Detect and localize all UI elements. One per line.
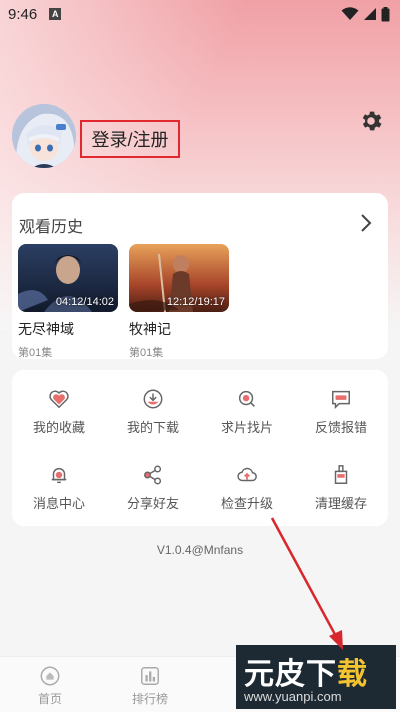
bell-icon <box>51 467 67 484</box>
avatar-image <box>12 104 76 168</box>
history-item[interactable]: 04:12/14:02 无尽神域 第01集 <box>18 244 118 360</box>
menu-upgrade[interactable]: 检查升级 <box>200 464 294 512</box>
signal-icon <box>364 8 376 20</box>
menu-label: 清理缓存 <box>314 496 367 511</box>
nav-label: 排行榜 <box>131 692 168 706</box>
menu-favorites[interactable]: 我的收藏 <box>12 388 106 436</box>
broom-icon <box>334 465 348 484</box>
feedback-icon <box>332 390 350 410</box>
watch-history-card: 观看历史 04:12/14:02 无尽神域 第01集 12:12/19:17 牧… <box>12 193 388 359</box>
history-progress: 12:12/19:17 <box>166 296 225 308</box>
search-film-icon <box>238 390 255 407</box>
history-title: 观看历史 <box>19 219 84 236</box>
heart-icon <box>49 390 69 409</box>
login-register-button[interactable]: 登录/注册 <box>80 120 180 158</box>
menu-label: 消息中心 <box>32 496 85 511</box>
gear-icon[interactable] <box>358 108 384 134</box>
history-item-title: 无尽神域 <box>18 321 74 337</box>
avatar[interactable] <box>12 104 76 168</box>
download-icon <box>143 389 163 409</box>
history-thumbnail[interactable]: 12:12/19:17 <box>129 244 229 312</box>
history-item-episode: 第01集 <box>18 347 53 359</box>
menu-label: 我的收藏 <box>32 420 85 435</box>
home-icon <box>40 666 60 686</box>
nav-item-ranking[interactable]: 排行榜 <box>110 665 190 707</box>
menu-label: 检查升级 <box>220 496 273 511</box>
version-label: V1.0.4@Mnfans <box>156 543 244 557</box>
ranking-icon <box>141 667 159 685</box>
history-progress: 04:12/14:02 <box>55 296 114 308</box>
nav-item-home[interactable]: 首页 <box>10 665 90 707</box>
watermark-accent: 载 <box>337 657 368 692</box>
watermark-title: 元皮下载 <box>244 649 368 693</box>
login-register-label: 登录/注册 <box>91 130 169 150</box>
history-thumbnail[interactable]: 04:12/14:02 <box>18 244 118 312</box>
menu-clear-cache[interactable]: 清理缓存 <box>294 464 388 512</box>
watermark-url: www.yuanpi.com <box>244 689 342 704</box>
watermark-text: 元皮下 <box>244 657 337 692</box>
menu-request[interactable]: 求片找片 <box>200 388 294 436</box>
upload-cloud-icon <box>237 467 257 482</box>
a-badge-icon: A <box>49 8 62 20</box>
chevron-right-icon[interactable] <box>358 213 374 233</box>
menu-share[interactable]: 分享好友 <box>106 464 200 512</box>
status-time: 9:46 <box>8 5 38 23</box>
history-item-title: 牧神记 <box>129 321 171 337</box>
menu-label: 反馈报错 <box>314 420 367 435</box>
status-bar: 9:46 A <box>0 0 400 28</box>
menu-messages[interactable]: 消息中心 <box>12 464 106 512</box>
menu-label: 我的下载 <box>126 420 179 435</box>
battery-icon <box>381 6 390 21</box>
watermark-logo: 元皮下载 www.yuanpi.com <box>236 645 396 709</box>
history-item[interactable]: 12:12/19:17 牧神记 第01集 <box>129 244 229 360</box>
menu-label: 求片找片 <box>220 420 273 435</box>
menu-label: 分享好友 <box>126 496 179 511</box>
menu-card: 我的收藏 我的下载 求片找片 反馈报错 消息中心 分享好友 检查升级 清理缓存 <box>12 370 388 526</box>
share-icon <box>144 465 162 485</box>
menu-feedback[interactable]: 反馈报错 <box>294 388 388 436</box>
history-item-episode: 第01集 <box>129 347 164 359</box>
menu-downloads[interactable]: 我的下载 <box>106 388 200 436</box>
status-icons <box>341 6 390 22</box>
nav-label: 首页 <box>37 692 62 706</box>
wifi-icon <box>341 7 359 20</box>
